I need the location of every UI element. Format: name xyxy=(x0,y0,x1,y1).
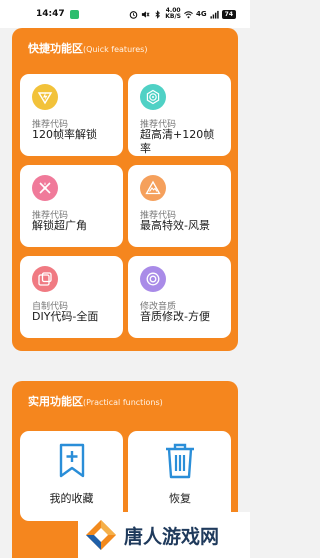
mute-icon xyxy=(142,10,150,18)
network-speed: 4.00 KB/S xyxy=(165,8,181,20)
lightning-icon xyxy=(32,84,58,110)
favorites-label: 我的收藏 xyxy=(49,492,94,505)
feature-card-title: DIY代码-全面 xyxy=(32,310,99,323)
signal-icon xyxy=(210,10,219,19)
quick-features-subtitle: (Quick features) xyxy=(83,45,148,54)
network-type: 4G xyxy=(196,10,207,18)
battery-indicator: 74 xyxy=(221,9,236,19)
frame-icon xyxy=(32,266,58,292)
watermark-logo-icon xyxy=(86,520,116,550)
feature-card-120fps[interactable]: 推荐代码 120帧率解锁 xyxy=(20,74,123,156)
practical-functions-subtitle: (Practical functions) xyxy=(83,398,163,407)
quick-features-panel: 快捷功能区(Quick features) 推荐代码 120帧率解锁 推荐代码 … xyxy=(12,28,238,351)
feature-card-title: 超高清+120帧率 xyxy=(140,128,215,155)
bookmark-plus-icon xyxy=(57,443,87,483)
practical-functions-heading: 实用功能区(Practical functions) xyxy=(28,393,163,409)
notification-app-icon xyxy=(69,9,79,19)
watermark-text: 唐人游戏网 xyxy=(124,525,220,548)
status-bar: 14:47 4.00 KB/S 4G 74 xyxy=(0,0,250,28)
alarm-icon xyxy=(129,10,138,19)
feature-card-ultra-wide[interactable]: 推荐代码 解锁超广角 xyxy=(20,165,123,247)
trash-icon xyxy=(164,443,196,483)
target-icon xyxy=(140,84,166,110)
feature-card-title: 音质修改-方便 xyxy=(140,310,210,323)
favorites-button[interactable]: 我的收藏 xyxy=(20,431,123,521)
quick-features-title: 快捷功能区 xyxy=(28,42,83,55)
status-left: 14:47 xyxy=(36,9,79,19)
mountain-icon xyxy=(140,175,166,201)
quick-features-heading: 快捷功能区(Quick features) xyxy=(28,40,147,56)
restore-button[interactable]: 恢复 xyxy=(128,431,231,521)
restore-label: 恢复 xyxy=(169,492,191,505)
status-right: 4.00 KB/S 4G 74 xyxy=(129,8,236,20)
feature-card-audio-quality[interactable]: 修改音质 音质修改-方便 xyxy=(128,256,231,338)
feature-card-title: 120帧率解锁 xyxy=(32,128,97,141)
practical-functions-title: 实用功能区 xyxy=(28,395,83,408)
site-watermark: 唐人游戏网 xyxy=(78,512,250,558)
audio-ring-icon xyxy=(140,266,166,292)
cross-sparkle-icon xyxy=(32,175,58,201)
feature-card-title: 解锁超广角 xyxy=(32,219,87,232)
feature-card-diy-code[interactable]: 自制代码 DIY代码-全面 xyxy=(20,256,123,338)
feature-card-max-effects[interactable]: 推荐代码 最高特效-风景 xyxy=(128,165,231,247)
wifi-icon xyxy=(184,10,193,18)
network-speed-unit: KB/S xyxy=(165,13,182,20)
bluetooth-icon xyxy=(155,9,161,19)
feature-card-title: 最高特效-风景 xyxy=(140,219,210,232)
feature-card-uhd-120fps[interactable]: 推荐代码 超高清+120帧率 xyxy=(128,74,231,156)
status-time: 14:47 xyxy=(36,9,65,19)
